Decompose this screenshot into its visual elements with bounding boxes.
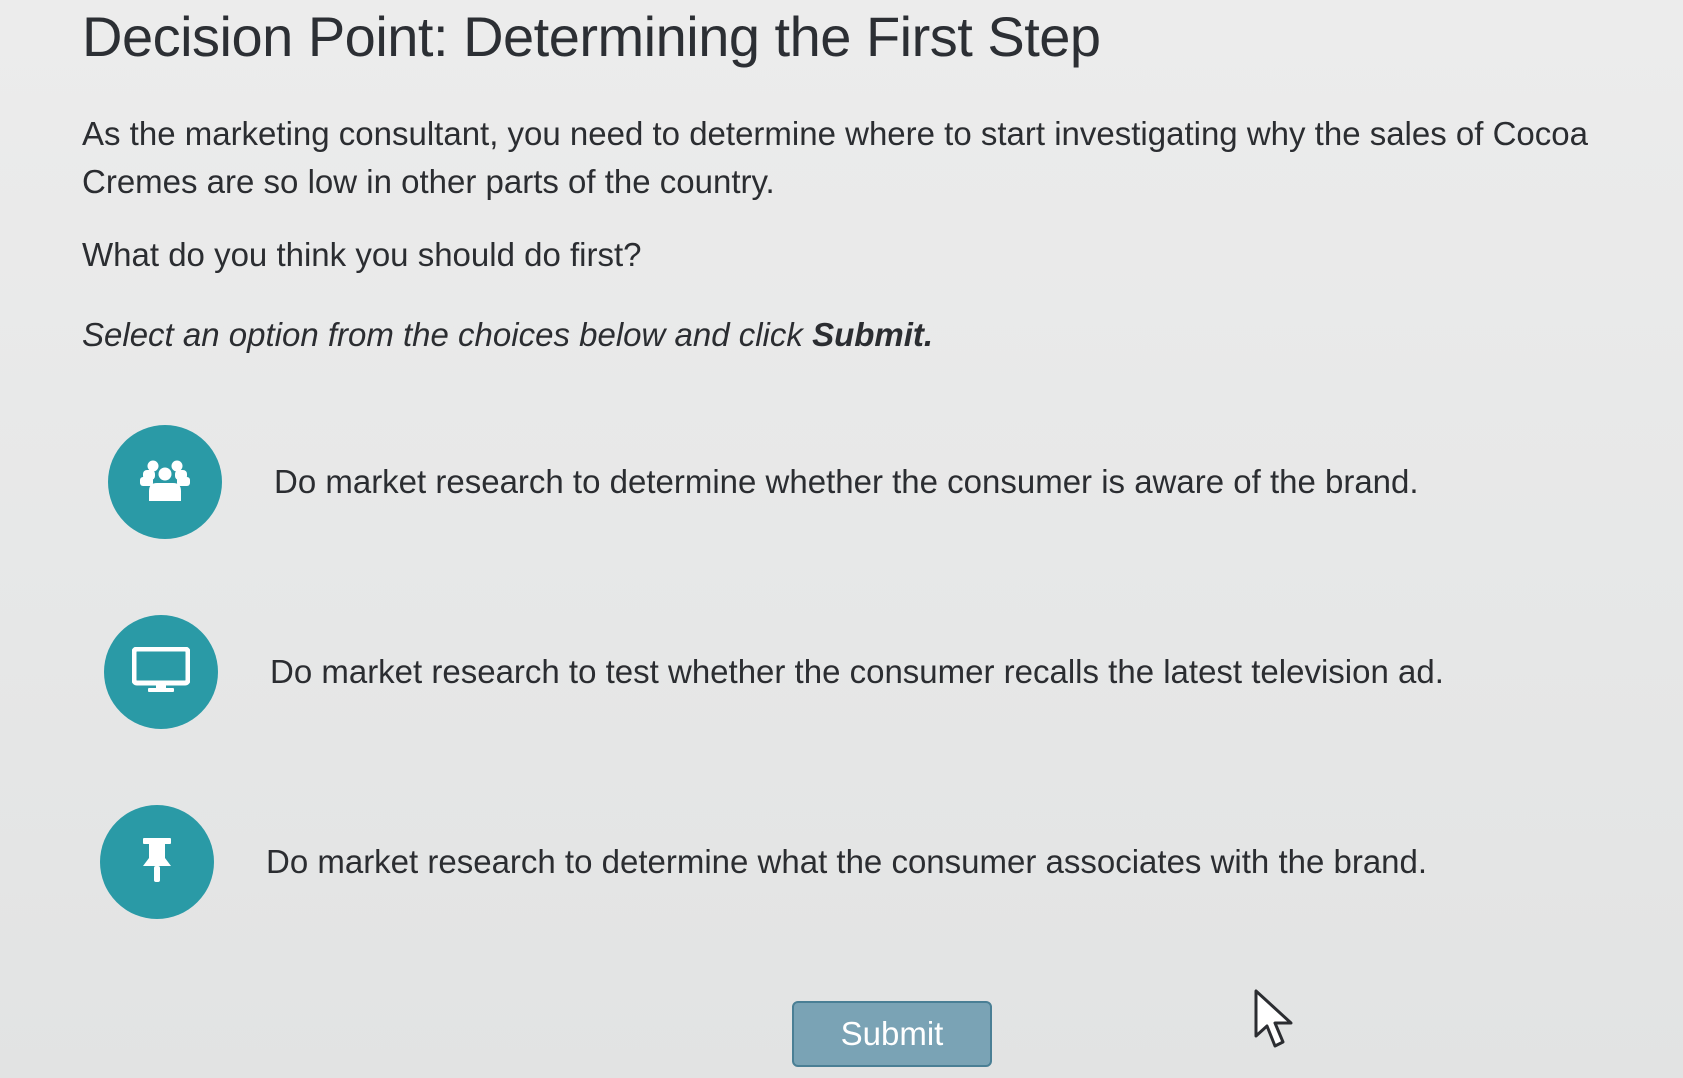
intro-text: As the marketing consultant, you need to… [82, 115, 1588, 200]
option-1-label[interactable]: Do market research to determine whether … [274, 463, 1419, 501]
option-2-label[interactable]: Do market research to test whether the c… [270, 653, 1444, 691]
instruction-submit-word: Submit. [812, 316, 934, 353]
option-brand-associations[interactable]: Do market research to determine what the… [100, 805, 1427, 919]
mouse-pointer-icon [1253, 988, 1299, 1055]
pushpin-icon [139, 836, 175, 889]
group-people-icon [139, 457, 191, 508]
instruction-text: Select an option from the choices below … [82, 316, 933, 354]
question-text: What do you think you should do first? [82, 236, 642, 273]
option-tv-ad-recall[interactable]: Do market research to test whether the c… [104, 615, 1444, 729]
instruction-prefix: Select an option from the choices below … [82, 316, 813, 353]
decision-point-page: Decision Point: Determining the First St… [0, 0, 1683, 1078]
option-3-label[interactable]: Do market research to determine what the… [266, 843, 1427, 881]
submit-button[interactable]: Submit [792, 1001, 992, 1067]
monitor-icon [131, 646, 191, 698]
option-1-icon-button[interactable] [108, 425, 222, 539]
option-brand-awareness[interactable]: Do market research to determine whether … [108, 425, 1419, 539]
option-2-icon-button[interactable] [104, 615, 218, 729]
option-3-icon-button[interactable] [100, 805, 214, 919]
page-title: Decision Point: Determining the First St… [82, 5, 1101, 68]
